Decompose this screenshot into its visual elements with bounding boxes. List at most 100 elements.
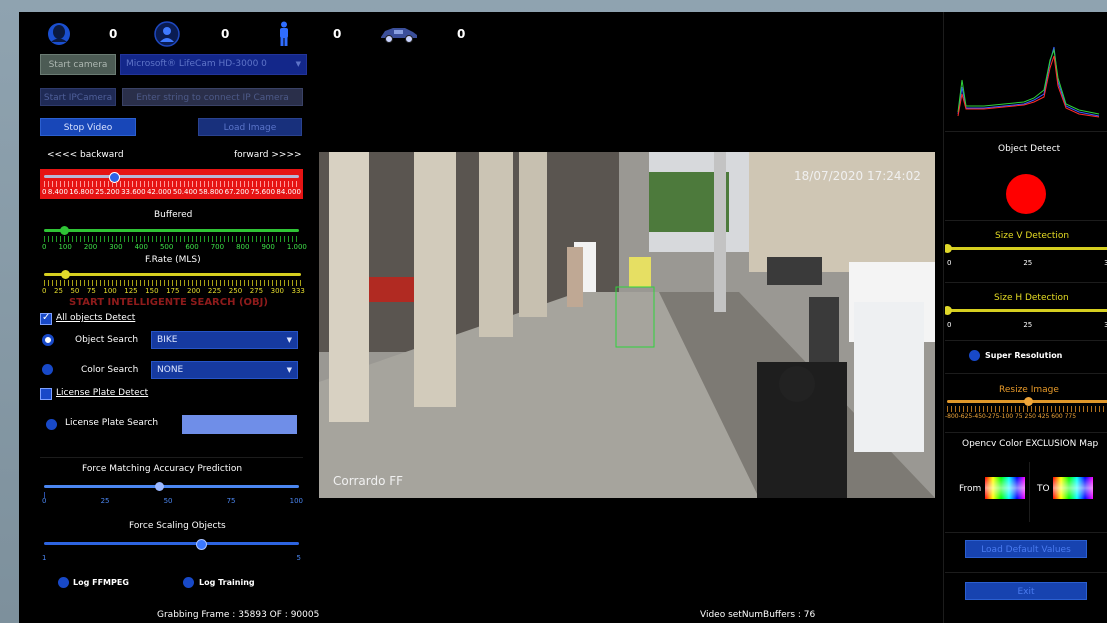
framerate-tick-4: 100 bbox=[103, 287, 117, 295]
counter-face-value: 0 bbox=[109, 27, 118, 41]
scaling-tick-1: 5 bbox=[296, 554, 301, 562]
license-search-radio[interactable] bbox=[46, 419, 57, 430]
seek-tick-9: 75.600 bbox=[250, 188, 276, 196]
all-objects-label[interactable]: All objects Detect bbox=[56, 313, 135, 323]
seek-tick-4: 33.600 bbox=[121, 188, 146, 196]
divider bbox=[1029, 462, 1030, 522]
size-h-tick-0: 0 bbox=[947, 321, 952, 329]
object-detect-indicator bbox=[1006, 174, 1046, 214]
object-search-radio[interactable] bbox=[42, 334, 54, 346]
framerate-tick-13: 333 bbox=[291, 287, 305, 295]
force-scaling-label: Force Scaling Objects bbox=[129, 521, 226, 531]
buffered-tick-0: 0 bbox=[42, 243, 47, 251]
framerate-tick-9: 225 bbox=[207, 287, 222, 295]
ip-camera-input[interactable]: Enter string to connect IP Camera bbox=[122, 88, 303, 106]
seek-tick-labels: 0 8.400 16.800 25.200 33.600 42.000 50.400 58.8… bbox=[42, 188, 301, 196]
scaling-slider[interactable]: 15 bbox=[40, 537, 303, 565]
matching-tick-labels: 0 25 50 75 100 bbox=[42, 497, 303, 505]
counter-pedestrian bbox=[277, 21, 291, 51]
grabbing-status: Grabbing Frame : 35893 OF : 90005 bbox=[157, 610, 320, 620]
license-plate-input[interactable] bbox=[182, 415, 297, 434]
divider bbox=[945, 572, 1107, 573]
backward-label[interactable]: <<<< backward bbox=[47, 150, 124, 160]
divider bbox=[40, 457, 303, 458]
log-ffmpeg-radio[interactable] bbox=[58, 577, 69, 588]
framerate-slider[interactable]: 0 25 50 75 100 125 150 175 200 225 250 275 300 333 bbox=[40, 268, 305, 296]
camera-select-value: Microsoft® LifeCam HD-3000 0 bbox=[126, 59, 267, 69]
framerate-tick-2: 50 bbox=[70, 287, 80, 295]
color-search-radio[interactable] bbox=[42, 364, 53, 375]
force-matching-label: Force Matching Accuracy Prediction bbox=[82, 464, 243, 474]
matching-thumb[interactable] bbox=[154, 482, 164, 491]
matching-tick-2: 50 bbox=[163, 497, 173, 505]
license-detect-checkbox[interactable] bbox=[40, 388, 52, 400]
color-search-select[interactable]: NONE ▼ bbox=[151, 361, 298, 379]
size-v-thumb[interactable] bbox=[945, 244, 952, 253]
exclusion-map-label: Opencv Color EXCLUSION Map bbox=[962, 439, 1099, 449]
histogram-green bbox=[957, 48, 1100, 115]
size-h-tick-1: 25 bbox=[1023, 321, 1033, 329]
start-camera-button[interactable]: Start camera bbox=[40, 54, 116, 75]
seek-tick-0: 0 bbox=[42, 188, 47, 196]
video-status: Video setNumBuffers : 76 bbox=[700, 610, 816, 620]
size-v-slider[interactable]: 02530 bbox=[945, 242, 1107, 270]
super-resolution-radio[interactable] bbox=[969, 350, 980, 361]
framerate-tick-3: 75 bbox=[86, 287, 96, 295]
super-resolution-label: Super Resolution bbox=[985, 351, 1063, 360]
license-search-label: License Plate Search bbox=[65, 418, 159, 428]
seek-slider[interactable]: 0 8.400 16.800 25.200 33.600 42.000 50.400 58.8… bbox=[40, 169, 303, 199]
scaling-tick-labels: 15 bbox=[42, 554, 301, 562]
size-h-label: Size H Detection bbox=[994, 293, 1069, 303]
buffered-slider[interactable]: 0 100 200 300 400 500 600 700 800 900 1.000 bbox=[40, 224, 307, 252]
load-image-button[interactable]: Load Image bbox=[198, 118, 302, 136]
divider bbox=[945, 340, 1107, 341]
buffered-tick-2: 200 bbox=[83, 243, 98, 251]
object-search-select[interactable]: BIKE ▼ bbox=[151, 331, 298, 349]
license-detect-label[interactable]: License Plate Detect bbox=[56, 388, 148, 398]
search-banner: START INTELLIGENTE SEARCH (OBJ) bbox=[69, 297, 268, 308]
buffered-tick-8: 800 bbox=[236, 243, 250, 251]
load-default-button[interactable]: Load Default Values bbox=[965, 540, 1087, 558]
counter-person-value: 0 bbox=[221, 27, 230, 41]
divider bbox=[945, 220, 1107, 221]
stop-video-button[interactable]: Stop Video bbox=[40, 118, 136, 136]
buffered-thumb[interactable] bbox=[60, 226, 70, 235]
camera-select[interactable]: Microsoft® LifeCam HD-3000 0 ▼ bbox=[120, 54, 307, 75]
all-objects-checkbox[interactable]: ✓ bbox=[40, 312, 52, 325]
to-color-picker[interactable] bbox=[1053, 477, 1093, 499]
check-icon: ✓ bbox=[42, 312, 51, 323]
color-search-label: Color Search bbox=[81, 365, 139, 375]
scaling-thumb[interactable] bbox=[195, 539, 207, 550]
exit-button[interactable]: Exit bbox=[965, 582, 1087, 600]
framerate-thumb[interactable] bbox=[60, 270, 70, 279]
color-search-value: NONE bbox=[157, 365, 184, 375]
resize-image-label: Resize Image bbox=[999, 385, 1059, 395]
seek-track bbox=[44, 175, 299, 178]
scaling-track bbox=[44, 542, 299, 545]
forward-label[interactable]: forward >>>> bbox=[234, 150, 302, 160]
video-scene bbox=[319, 152, 935, 498]
size-h-thumb[interactable] bbox=[945, 306, 952, 315]
face-icon bbox=[48, 23, 70, 45]
buffered-tick-7: 700 bbox=[210, 243, 225, 251]
size-h-slider[interactable]: 02530 bbox=[945, 304, 1107, 332]
log-training-radio[interactable] bbox=[183, 577, 194, 588]
resize-thumb[interactable] bbox=[1023, 397, 1033, 406]
size-h-tick-labels: 02530 bbox=[947, 321, 1107, 329]
chevron-down-icon: ▼ bbox=[286, 366, 292, 374]
object-detect-label: Object Detect bbox=[998, 144, 1061, 154]
matching-track bbox=[44, 485, 299, 488]
start-ipcamera-button[interactable]: Start IPCamera bbox=[40, 88, 116, 106]
from-color-picker[interactable] bbox=[985, 477, 1025, 499]
seek-ticks bbox=[44, 181, 299, 187]
framerate-tick-12: 300 bbox=[270, 287, 284, 295]
resize-slider[interactable]: -800-625-450-275-100 75 250 425 600 775 bbox=[945, 396, 1107, 424]
framerate-tick-labels: 0 25 50 75 100 125 150 175 200 225 250 275 300 333 bbox=[42, 287, 305, 295]
buffered-tick-1: 100 bbox=[58, 243, 72, 251]
matching-slider[interactable]: 0 25 50 75 100 bbox=[40, 480, 303, 508]
divider bbox=[945, 373, 1107, 374]
seek-tick-2: 16.800 bbox=[69, 188, 94, 196]
divider bbox=[945, 432, 1107, 433]
framerate-tick-10: 250 bbox=[228, 287, 243, 295]
app-window: 0 0 0 0 Start camera Microsoft® LifeCam … bbox=[19, 12, 1107, 623]
